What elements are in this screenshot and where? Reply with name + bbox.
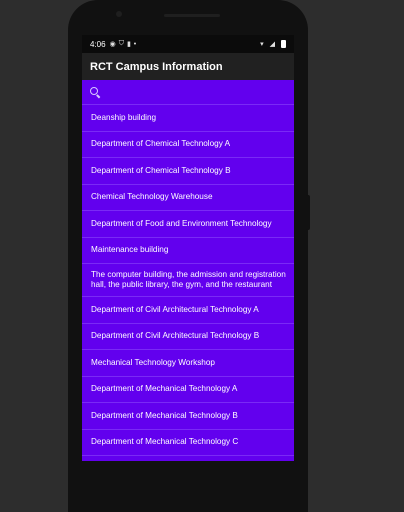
list-item[interactable]: Department of Food and Environment Techn… (82, 211, 294, 238)
list-item[interactable]: Department of Chemical Technology A (82, 132, 294, 158)
status-right: ▾ ◢ (260, 35, 286, 53)
search-bar[interactable] (82, 80, 294, 105)
list-item[interactable]: The computer building, the admission and… (82, 264, 294, 297)
signal-icon: ◢ (269, 41, 275, 48)
mic-icon: ▮ (126, 41, 131, 48)
status-time: 4:06 (90, 39, 106, 49)
list-item[interactable]: Department of Chemical Technology B (82, 158, 294, 185)
app-bar: RCT Campus Information (82, 53, 294, 80)
list-item[interactable]: Mechanical Technology Workshop (82, 350, 294, 377)
list-item[interactable]: Department of Mechanical Technology A (82, 377, 294, 403)
list-item[interactable]: Department of Mechanical Technology B (82, 403, 294, 430)
list-item[interactable]: Maintenance building (82, 238, 294, 264)
list-item[interactable]: Department of Mechanical Technology C (82, 430, 294, 456)
content-area: Deanship building Department of Chemical… (82, 80, 294, 461)
wifi-icon: ▾ (260, 41, 264, 48)
phone-screen: 4:06 ◉ ⛉ ▮ • ▾ ◢ RCT Campus Information … (82, 35, 294, 461)
dot-icon: • (133, 40, 137, 48)
app-title: RCT Campus Information (90, 60, 223, 73)
search-icon[interactable] (89, 86, 101, 99)
list-item[interactable]: Deanship building (82, 105, 294, 132)
list-item[interactable]: Department of Civil Architectural Techno… (82, 324, 294, 350)
power-button (306, 195, 310, 230)
location-list: Deanship building Department of Chemical… (82, 105, 294, 456)
speaker-grille (164, 14, 220, 17)
circle-icon: ◉ (109, 41, 116, 48)
status-bar: 4:06 ◉ ⛉ ▮ • ▾ ◢ (82, 35, 294, 53)
list-item[interactable]: Chemical Technology Warehouse (82, 185, 294, 211)
camera-icon (116, 11, 122, 17)
list-item[interactable]: Department of Civil Architectural Techno… (82, 297, 294, 324)
battery-icon (281, 40, 286, 48)
shield-icon: ⛉ (118, 40, 124, 47)
